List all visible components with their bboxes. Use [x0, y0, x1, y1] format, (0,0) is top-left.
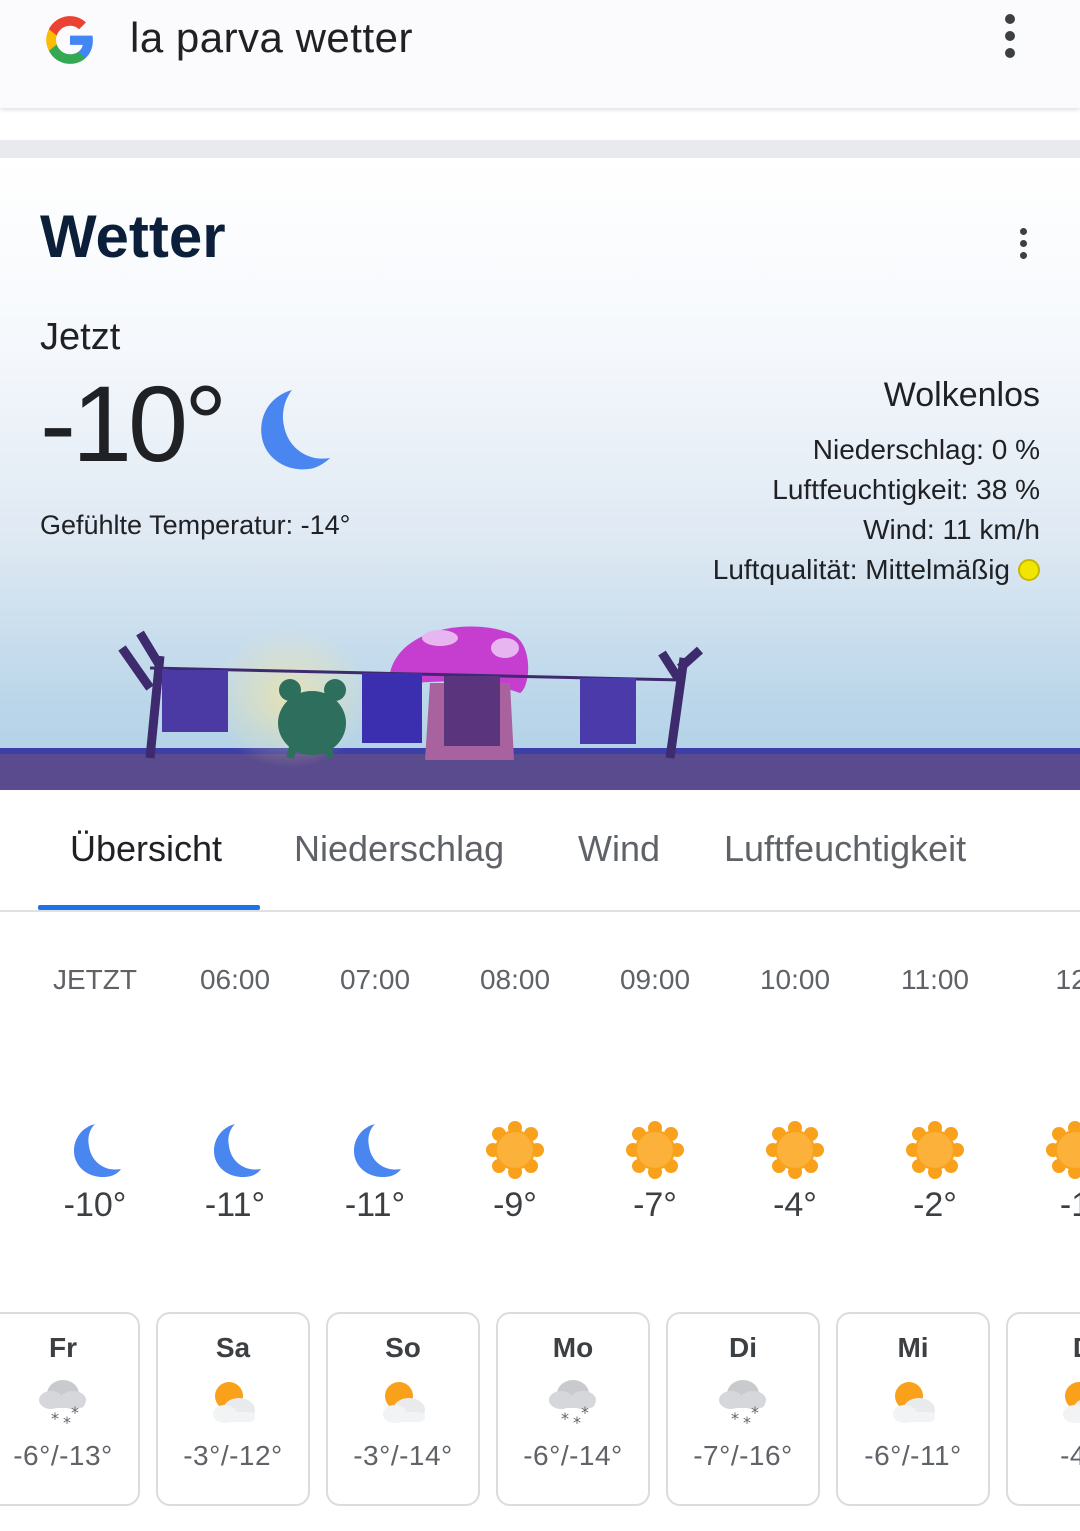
day-temperature: -4°/ — [1060, 1440, 1080, 1471]
more-vert-icon[interactable] — [1015, 228, 1031, 264]
wind-text: Wind: 11 km/h — [863, 514, 1040, 545]
sun-icon — [905, 1120, 965, 1180]
more-vert-icon[interactable] — [996, 14, 1024, 62]
day-name: So — [385, 1332, 421, 1363]
tab-precipitation[interactable]: Niederschlag — [294, 828, 504, 870]
daily-item[interactable]: So -3°/-14° — [326, 1312, 480, 1506]
sun-icon — [1045, 1120, 1080, 1180]
daily-item[interactable]: Mo * * * -6°/-14° — [496, 1312, 650, 1506]
hourly-item[interactable]: JETZT -10° — [25, 960, 165, 1225]
hour-temperature: -10° — [63, 1186, 127, 1224]
divider — [0, 140, 1080, 158]
svg-text:*: * — [731, 1409, 739, 1428]
hourly-item[interactable]: 07:00 -11° — [305, 960, 445, 1225]
hourly-forecast[interactable]: JETZT -10° 06:00 -11° 07:00 -11° 08:00 -9° 09:00… — [0, 960, 1080, 1260]
daily-item[interactable]: Mi -6°/-11° — [836, 1312, 990, 1506]
hour-label: 10:00 — [759, 964, 831, 995]
hour-temperature: -2° — [913, 1186, 957, 1224]
day-temperature: -3°/-12° — [183, 1440, 283, 1471]
hour-temperature: -11° — [344, 1186, 406, 1224]
hour-label: 07:00 — [339, 964, 411, 995]
hour-label: 11:00 — [901, 964, 969, 995]
day-temperature: -6°/-14° — [523, 1440, 623, 1471]
hourly-item[interactable]: 08:00 -9° — [445, 960, 585, 1225]
hour-label: 12: — [1055, 964, 1080, 995]
weather-tabs: Übersicht Niederschlag Wind Luftfeuchtig… — [0, 790, 1080, 912]
snow-cloud-icon: * * * — [33, 1374, 93, 1432]
hourly-item[interactable]: 06:00 -11° — [165, 960, 305, 1225]
svg-text:*: * — [751, 1403, 759, 1422]
hour-label: 09:00 — [619, 964, 691, 995]
moon-icon — [205, 1120, 265, 1180]
svg-text:*: * — [743, 1413, 751, 1430]
search-bar[interactable]: la parva wetter — [0, 0, 1080, 108]
hourly-item[interactable]: 11:00 -2° — [865, 960, 1005, 1225]
now-label: Jetzt — [40, 316, 121, 358]
search-query[interactable]: la parva wetter — [130, 14, 413, 62]
weather-illustration — [0, 626, 1080, 790]
day-name: Mi — [897, 1332, 929, 1363]
day-temperature: -7°/-16° — [693, 1440, 793, 1471]
day-temperature: -3°/-14° — [353, 1440, 453, 1471]
hour-temperature: -7° — [633, 1186, 677, 1224]
snow-cloud-icon: * * * — [543, 1374, 603, 1432]
hour-temperature: -4° — [773, 1186, 817, 1224]
hour-label: JETZT — [53, 964, 137, 995]
hourly-item[interactable]: 09:00 -7° — [585, 960, 725, 1225]
partly-cloudy-icon — [883, 1374, 943, 1430]
sun-icon — [625, 1120, 685, 1180]
day-name: Di — [729, 1332, 757, 1363]
tab-overview[interactable]: Übersicht — [70, 828, 222, 870]
partly-cloudy-icon — [1053, 1374, 1080, 1430]
partly-cloudy-icon — [203, 1374, 263, 1430]
daily-item[interactable]: Di * * * -7°/-16° — [666, 1312, 820, 1506]
daily-item[interactable]: Fr * * * -6°/-13° — [0, 1312, 140, 1506]
moon-icon — [261, 390, 330, 470]
condition-text: Wolkenlos — [883, 376, 1040, 414]
hour-temperature: -9° — [493, 1186, 537, 1224]
hour-label: 06:00 — [199, 964, 271, 995]
current-temperature: -10° — [40, 363, 227, 484]
tab-humidity[interactable]: Luftfeuchtigkeit — [724, 828, 966, 870]
partly-cloudy-icon — [373, 1374, 433, 1430]
hourly-item[interactable]: 10:00 -4° — [725, 960, 865, 1225]
svg-text:*: * — [581, 1403, 589, 1422]
day-name: Sa — [215, 1332, 251, 1363]
tab-wind[interactable]: Wind — [578, 828, 660, 870]
hour-label: 08:00 — [479, 964, 551, 995]
svg-text:*: * — [561, 1409, 569, 1428]
card-title: Wetter — [40, 203, 226, 270]
active-tab-indicator — [38, 905, 260, 910]
day-temperature: -6°/-11° — [864, 1440, 962, 1471]
daily-forecast[interactable]: Fr * * * -6°/-13° Sa -3°/-12° So -3°/-14° Mo * * * -6… — [0, 1312, 1080, 1512]
hour-temperature: -11° — [204, 1186, 266, 1224]
sun-icon — [765, 1120, 825, 1180]
air-quality-text: Luftqualität: Mittelmäßig — [712, 554, 1010, 585]
humidity-text: Luftfeuchtigkeit: 38 % — [772, 474, 1040, 505]
daily-item[interactable]: Sa -3°/-12° — [156, 1312, 310, 1506]
daily-item[interactable]: D -4°/ — [1006, 1312, 1080, 1506]
snow-cloud-icon: * * * — [713, 1374, 773, 1432]
air-quality-dot-icon — [1018, 559, 1040, 581]
sun-icon — [485, 1120, 545, 1180]
hourly-item[interactable]: 12: -1 — [1005, 960, 1080, 1225]
google-logo-icon[interactable] — [44, 14, 96, 66]
weather-card: Wetter Jetzt -10° Gefühlte Temperatur: -… — [0, 158, 1080, 790]
feels-like: Gefühlte Temperatur: -14° — [40, 510, 351, 540]
day-temperature: -6°/-13° — [13, 1440, 113, 1471]
day-name: D — [1008, 1332, 1080, 1364]
svg-text:*: * — [51, 1409, 59, 1428]
day-name: Fr — [49, 1332, 77, 1363]
day-name: Mo — [552, 1332, 594, 1363]
moon-icon — [345, 1120, 405, 1180]
moon-icon — [65, 1120, 125, 1180]
svg-text:*: * — [573, 1413, 581, 1430]
svg-text:*: * — [63, 1413, 71, 1430]
hour-temperature: -1 — [1059, 1186, 1080, 1224]
air-quality-row: Luftqualität: Mittelmäßig — [713, 554, 1040, 586]
precipitation-text: Niederschlag: 0 % — [812, 434, 1040, 465]
svg-text:*: * — [71, 1403, 79, 1422]
